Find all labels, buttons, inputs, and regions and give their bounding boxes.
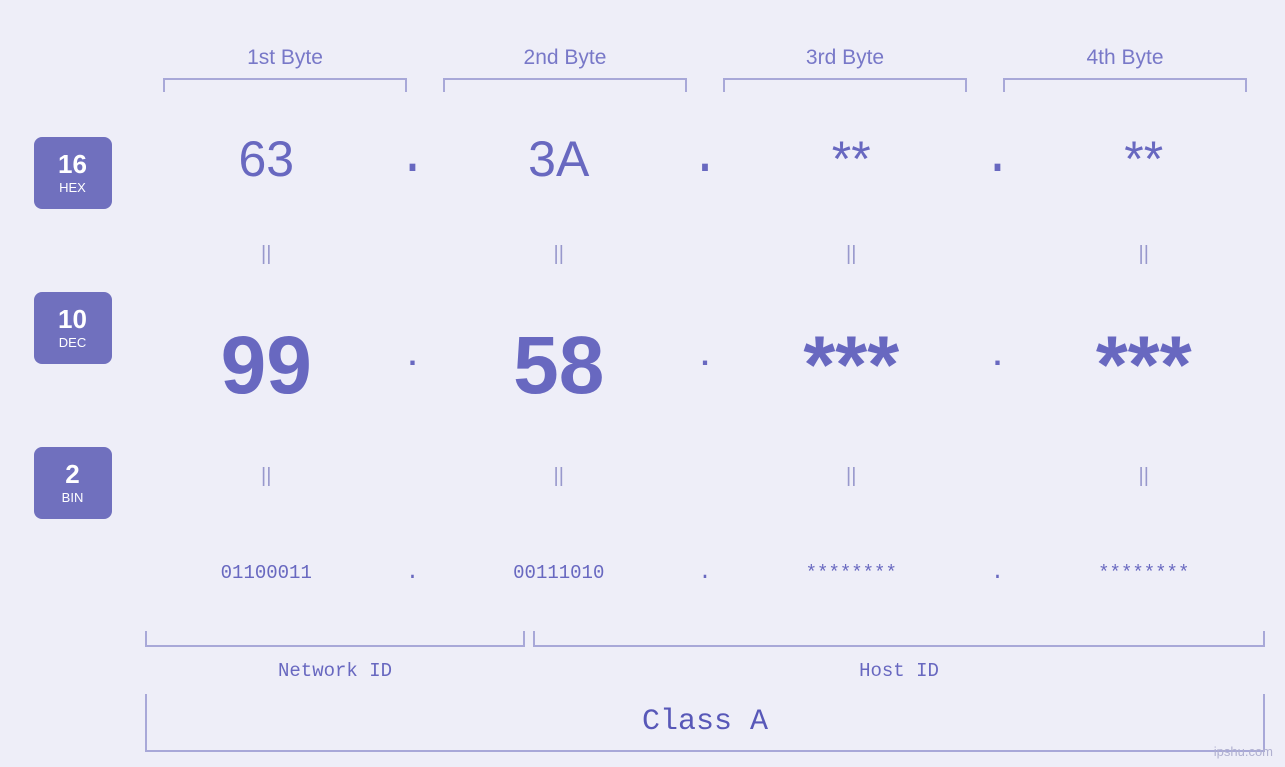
hex-label: HEX	[59, 180, 86, 195]
hex-number: 16	[58, 151, 87, 177]
eq2-1: ||	[145, 465, 388, 488]
dec-dot-1: .	[388, 341, 438, 390]
bin-row: 01100011 . 00111010 . ******** . *******…	[145, 538, 1265, 608]
watermark: ipshu.com	[1214, 744, 1273, 759]
dec-badge: 10 DEC	[34, 292, 112, 364]
eq-2: ||	[438, 243, 681, 266]
eq2-3: ||	[730, 465, 973, 488]
top-brackets	[145, 70, 1265, 92]
hex-val-1: 63	[145, 130, 388, 188]
dec-dot-3: .	[973, 341, 1023, 390]
network-bracket	[145, 631, 525, 647]
hex-badge: 16 HEX	[34, 137, 112, 209]
bin-badge: 2 BIN	[34, 447, 112, 519]
bases-column: 16 HEX 10 DEC 2 BIN	[0, 0, 145, 767]
bin-dot-1: .	[388, 560, 438, 585]
hex-dot-1: .	[388, 130, 438, 187]
byte-header-4: 4th Byte	[985, 46, 1265, 70]
bin-val-3: ********	[730, 562, 973, 584]
eq-3: ||	[730, 243, 973, 266]
network-id-label: Network ID	[145, 660, 525, 682]
hex-val-3: **	[730, 130, 973, 188]
byte-header-2: 2nd Byte	[425, 46, 705, 70]
dec-val-3: ***	[730, 319, 973, 413]
hex-val-2: 3A	[438, 130, 681, 188]
dec-val-2: 58	[438, 319, 681, 413]
eq2-2: ||	[438, 465, 681, 488]
bin-dot-3: .	[973, 560, 1023, 585]
bin-val-2: 00111010	[438, 562, 681, 584]
byte-header-1: 1st Byte	[145, 46, 425, 70]
id-labels: Network ID Host ID	[145, 656, 1265, 686]
class-label: Class A	[642, 705, 768, 739]
dec-val-1: 99	[145, 319, 388, 413]
dec-val-4: ***	[1023, 319, 1266, 413]
page-container: 16 HEX 10 DEC 2 BIN 1st Byte 2nd Byte 3r…	[0, 0, 1285, 767]
main-content: 1st Byte 2nd Byte 3rd Byte 4th Byte 63 .…	[145, 0, 1285, 767]
bottom-section: Network ID Host ID Class A	[145, 631, 1265, 767]
bottom-brackets	[145, 631, 1265, 651]
class-section: Class A	[145, 694, 1265, 752]
bin-badge-wrap: 2 BIN	[34, 405, 112, 560]
dec-badge-wrap: 10 DEC	[34, 250, 112, 405]
eq-4: ||	[1023, 243, 1266, 266]
dec-number: 10	[58, 306, 87, 332]
hex-row: 63 . 3A . ** . **	[145, 124, 1265, 194]
data-section: 63 . 3A . ** . ** || || || || 99	[145, 100, 1265, 631]
top-bracket-2	[425, 70, 705, 92]
top-bracket-3	[705, 70, 985, 92]
dec-dot-2: .	[680, 341, 730, 390]
bin-label: BIN	[62, 490, 84, 505]
bin-dot-2: .	[680, 560, 730, 585]
hex-dot-3: .	[973, 130, 1023, 187]
host-id-label: Host ID	[533, 660, 1265, 682]
host-bracket	[533, 631, 1265, 647]
byte-headers: 1st Byte 2nd Byte 3rd Byte 4th Byte	[145, 0, 1265, 70]
bin-number: 2	[65, 461, 79, 487]
hex-dot-2: .	[680, 130, 730, 187]
top-bracket-4	[985, 70, 1265, 92]
dec-row: 99 . 58 . *** . ***	[145, 316, 1265, 416]
equals-row-1: || || || ||	[145, 241, 1265, 269]
byte-header-3: 3rd Byte	[705, 46, 985, 70]
eq-1: ||	[145, 243, 388, 266]
dec-label: DEC	[59, 335, 86, 350]
equals-row-2: || || || ||	[145, 463, 1265, 491]
hex-val-4: **	[1023, 130, 1266, 188]
bin-val-1: 01100011	[145, 562, 388, 584]
top-bracket-1	[145, 70, 425, 92]
eq2-4: ||	[1023, 465, 1266, 488]
bin-val-4: ********	[1023, 562, 1266, 584]
hex-badge-wrap: 16 HEX	[34, 95, 112, 250]
